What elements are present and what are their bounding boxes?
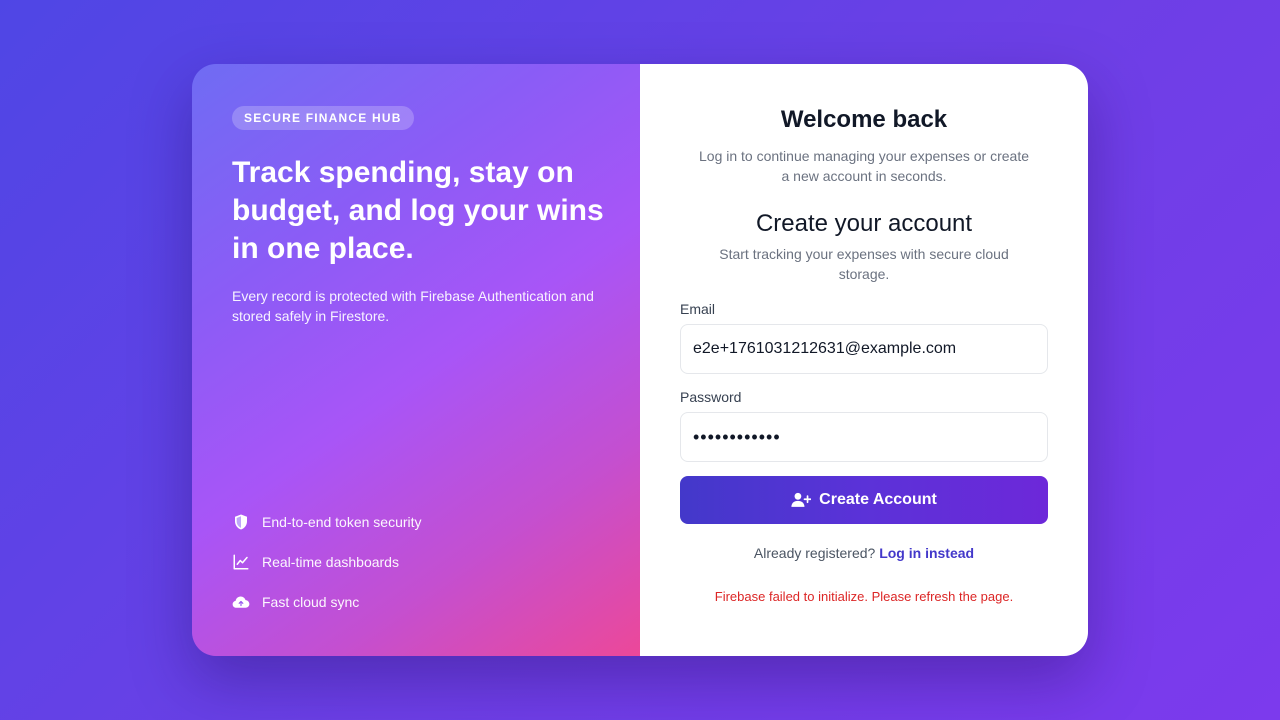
password-field[interactable] — [680, 412, 1048, 462]
hero-subcopy: Every record is protected with Firebase … — [232, 288, 594, 324]
feature-item-sync: Fast cloud sync — [232, 590, 422, 614]
create-account-label: Create Account — [819, 491, 937, 508]
feature-label: Fast cloud sync — [262, 594, 360, 610]
hero-panel: SECURE FINANCE HUB Track spending, stay … — [192, 64, 640, 656]
create-account-button[interactable]: Create Account — [680, 476, 1048, 524]
login-prompt: Already registered? — [753, 545, 876, 561]
welcome-title: Welcome back — [780, 106, 948, 133]
auth-card: SECURE FINANCE HUB Track spending, stay … — [192, 64, 1088, 656]
shield-icon — [235, 514, 247, 530]
hero-badge: SECURE FINANCE HUB — [232, 106, 414, 130]
login-switch: Already registered? Log in instead — [680, 544, 1048, 562]
form-subtitle: Start tracking your expenses with secure… — [719, 246, 1009, 282]
error-message: Firebase failed to initialize. Please re… — [714, 589, 1014, 604]
login-instead-link[interactable]: Log in instead — [879, 545, 974, 561]
user-plus-icon — [791, 492, 812, 507]
password-label: Password — [680, 389, 742, 405]
auth-panel: Welcome back Log in to continue managing… — [640, 64, 1088, 656]
welcome-subtitle: Log in to continue managing your expense… — [699, 148, 1029, 184]
form-title: Create your account — [755, 210, 973, 237]
feature-item-dashboards: Real-time dashboards — [232, 550, 422, 574]
cloud-upload-icon — [232, 596, 250, 608]
email-label: Email — [680, 301, 716, 317]
feature-label: End-to-end token security — [262, 514, 422, 530]
feature-list: End-to-end token security Real-time dash… — [232, 510, 422, 630]
hero-headline: Track spending, stay on budget, and log … — [232, 156, 604, 265]
email-field[interactable] — [680, 324, 1048, 374]
feature-item-security: End-to-end token security — [232, 510, 422, 534]
feature-label: Real-time dashboards — [262, 554, 399, 570]
chart-line-icon — [233, 554, 249, 570]
